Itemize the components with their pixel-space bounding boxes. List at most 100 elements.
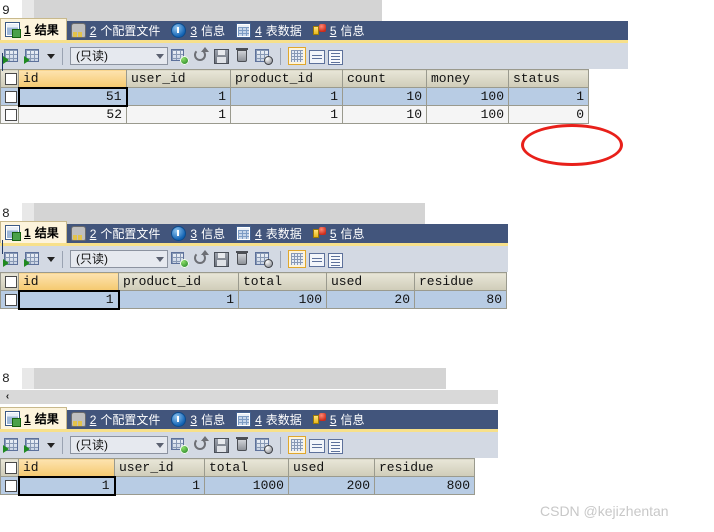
tab-info[interactable]: 3 信息 <box>167 21 232 40</box>
col-header-product-id[interactable]: product_id <box>230 69 343 88</box>
cell-money[interactable]: 100 <box>426 105 509 124</box>
import-grid-icon[interactable] <box>3 436 22 454</box>
cell-user-id[interactable]: 1 <box>114 476 205 495</box>
export-grid-icon[interactable] <box>24 436 43 454</box>
view-grid-icon[interactable] <box>288 250 306 268</box>
col-header-residue[interactable]: residue <box>374 458 475 477</box>
import-grid-icon[interactable] <box>3 47 22 65</box>
view-text-icon[interactable] <box>328 252 343 268</box>
result-grid-storage[interactable]: id product_id total used residue 1 1 100… <box>0 272 507 310</box>
table-row[interactable]: 1 1 1000 200 800 <box>0 475 475 496</box>
tab-messages[interactable]: 5 信息 <box>309 21 372 40</box>
col-header-user-id[interactable]: user_id <box>114 458 205 477</box>
refresh-icon[interactable] <box>192 47 210 65</box>
col-header-used[interactable]: used <box>288 458 375 477</box>
col-header-product-id[interactable]: product_id <box>118 272 239 291</box>
cell-id[interactable]: 51 <box>17 86 128 107</box>
select-all-cell[interactable] <box>0 458 19 477</box>
cell-product-id[interactable]: 1 <box>118 290 239 309</box>
row-select-cell[interactable] <box>0 87 19 106</box>
col-header-count[interactable]: count <box>342 69 427 88</box>
tab-info[interactable]: 3 信息 <box>167 224 232 243</box>
result-grid-account[interactable]: id user_id total used residue 1 1 1000 2… <box>0 458 475 496</box>
tab-result[interactable]: 1 结果 <box>0 407 67 429</box>
checkbox-icon[interactable] <box>5 72 17 85</box>
cell-id[interactable]: 1 <box>17 475 116 496</box>
tab-table-data[interactable]: 4 表数据 <box>232 21 309 40</box>
tab-profiles[interactable]: 2 个配置文件 <box>67 21 168 40</box>
cell-status[interactable]: 1 <box>508 87 589 106</box>
row-select-cell[interactable] <box>0 476 19 495</box>
delete-icon[interactable] <box>234 250 252 268</box>
checkbox-icon[interactable] <box>5 293 17 306</box>
cell-count[interactable]: 10 <box>342 87 427 106</box>
table-row[interactable]: 51 1 1 10 100 1 <box>0 86 589 107</box>
table-row[interactable]: 1 1 100 20 80 <box>0 289 507 310</box>
edit-mode-select[interactable]: (只读) <box>70 250 168 268</box>
col-header-total[interactable]: total <box>204 458 289 477</box>
col-header-status[interactable]: status <box>508 69 589 88</box>
result-grid-order[interactable]: id user_id product_id count money status… <box>0 69 589 124</box>
cell-total[interactable]: 100 <box>238 290 327 309</box>
cell-id[interactable]: 1 <box>17 289 120 310</box>
cell-total[interactable]: 1000 <box>204 476 289 495</box>
col-header-used[interactable]: used <box>326 272 415 291</box>
checkbox-icon[interactable] <box>5 461 17 474</box>
horizontal-scrollbar[interactable]: ‹ <box>0 389 498 404</box>
dropdown-caret-icon[interactable] <box>47 53 55 59</box>
tab-profiles[interactable]: 2 个配置文件 <box>67 410 168 429</box>
remove-record-icon[interactable] <box>255 47 273 65</box>
export-grid-icon[interactable] <box>24 47 43 65</box>
view-form-icon[interactable] <box>309 439 325 453</box>
cell-used[interactable]: 20 <box>326 290 415 309</box>
dropdown-caret-icon[interactable] <box>47 256 55 262</box>
remove-record-icon[interactable] <box>255 250 273 268</box>
col-header-id[interactable]: id <box>18 69 127 88</box>
tab-result[interactable]: 1 结果 <box>0 221 67 243</box>
refresh-icon[interactable] <box>192 250 210 268</box>
cell-money[interactable]: 100 <box>426 87 509 106</box>
sql-editor-line-storage[interactable]: 8 SELECT * FROM `seata_storage`.`t_stora… <box>0 203 508 224</box>
checkbox-icon[interactable] <box>5 275 17 288</box>
scrollbar-track[interactable] <box>15 390 498 404</box>
tab-messages[interactable]: 5 信息 <box>309 410 372 429</box>
cell-product-id[interactable]: 1 <box>230 105 343 124</box>
cell-residue[interactable]: 800 <box>374 476 475 495</box>
cell-user-id[interactable]: 1 <box>126 87 231 106</box>
col-header-user-id[interactable]: user_id <box>126 69 231 88</box>
tab-table-data[interactable]: 4 表数据 <box>232 410 309 429</box>
view-grid-icon[interactable] <box>288 436 306 454</box>
select-all-cell[interactable] <box>0 272 19 291</box>
remove-record-icon[interactable] <box>255 436 273 454</box>
edit-mode-select[interactable]: (只读) <box>70 436 168 454</box>
refresh-icon[interactable] <box>192 436 210 454</box>
cell-id[interactable]: 52 <box>18 105 127 124</box>
view-grid-icon[interactable] <box>288 47 306 65</box>
delete-icon[interactable] <box>234 47 252 65</box>
save-icon[interactable] <box>213 47 231 65</box>
col-header-id[interactable]: id <box>18 272 119 291</box>
cell-residue[interactable]: 80 <box>414 290 507 309</box>
checkbox-icon[interactable] <box>5 479 17 492</box>
checkbox-icon[interactable] <box>5 90 17 103</box>
view-form-icon[interactable] <box>309 50 325 64</box>
tab-profiles[interactable]: 2 个配置文件 <box>67 224 168 243</box>
checkbox-icon[interactable] <box>5 108 17 121</box>
select-all-cell[interactable] <box>0 69 19 88</box>
cell-user-id[interactable]: 1 <box>126 105 231 124</box>
view-text-icon[interactable] <box>328 49 343 65</box>
col-header-money[interactable]: money <box>426 69 509 88</box>
row-select-cell[interactable] <box>0 290 19 309</box>
delete-icon[interactable] <box>234 436 252 454</box>
tab-table-data[interactable]: 4 表数据 <box>232 224 309 243</box>
tab-info[interactable]: 3 信息 <box>167 410 232 429</box>
dropdown-caret-icon[interactable] <box>47 442 55 448</box>
edit-mode-select[interactable]: (只读) <box>70 47 168 65</box>
add-record-icon[interactable] <box>171 436 189 454</box>
export-grid-icon[interactable] <box>24 250 43 268</box>
cell-used[interactable]: 200 <box>288 476 375 495</box>
col-header-id[interactable]: id <box>18 458 115 477</box>
view-form-icon[interactable] <box>309 253 325 267</box>
add-record-icon[interactable] <box>171 250 189 268</box>
sql-editor-line-account[interactable]: 8 SELECT * FROM `seata_account`.`t_accou… <box>0 368 498 389</box>
